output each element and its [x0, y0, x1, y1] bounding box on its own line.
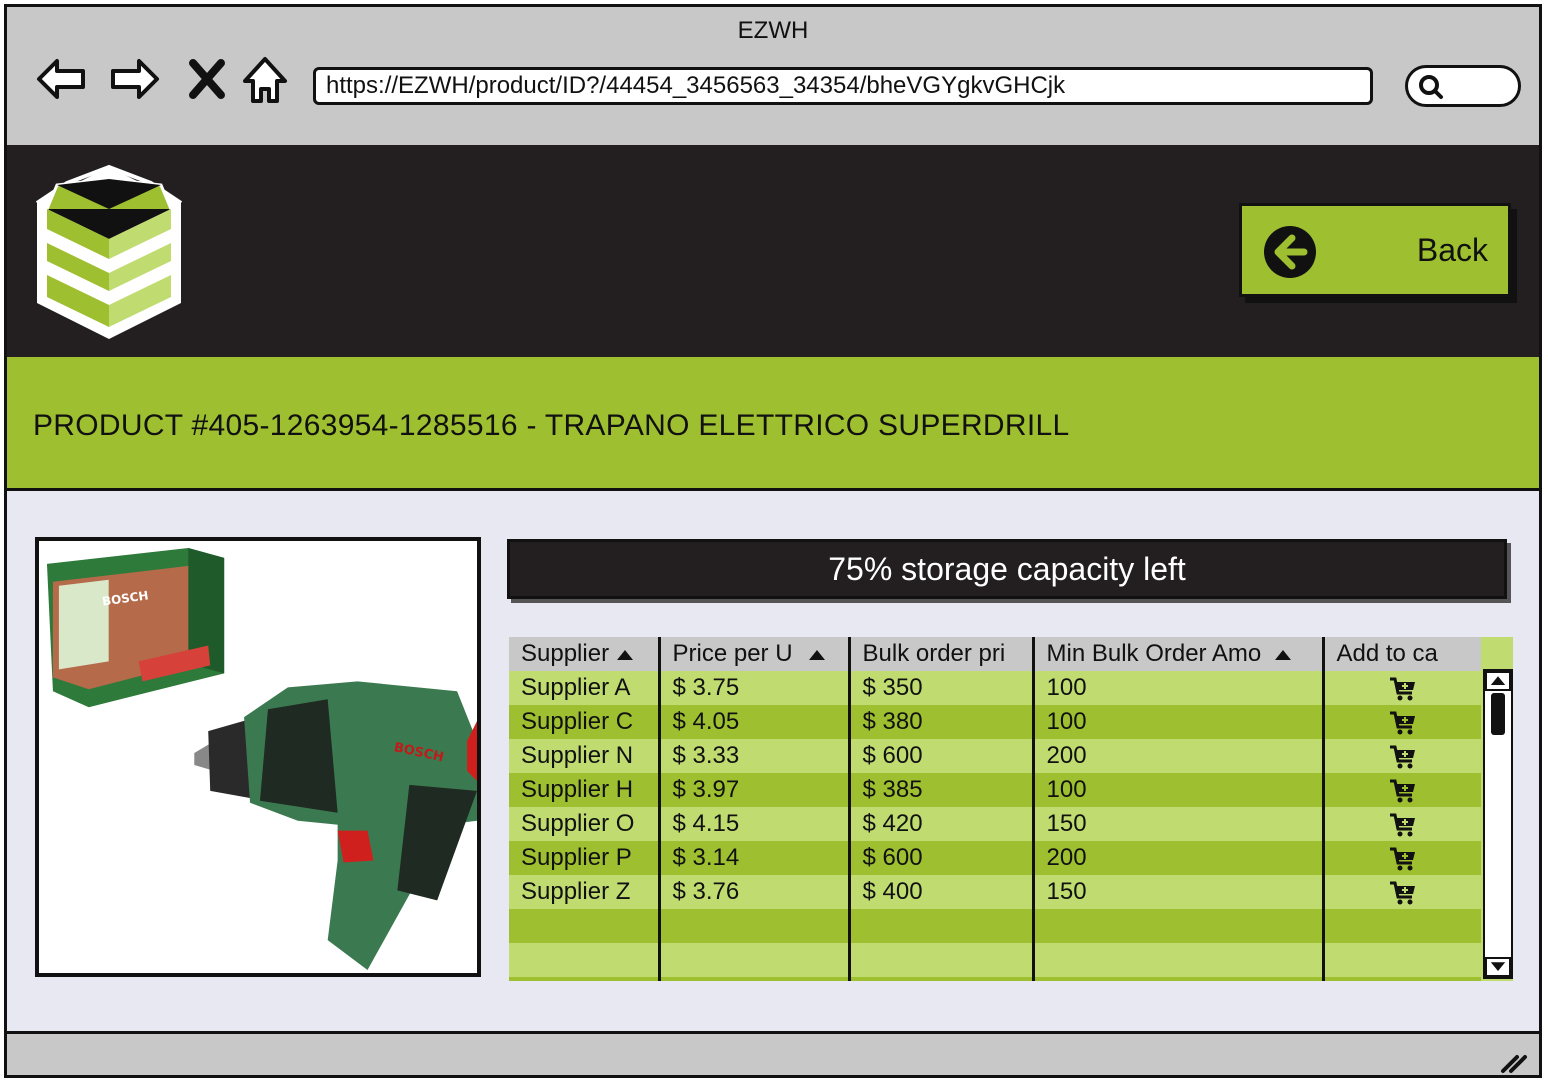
add-to-cart-button[interactable] — [1321, 875, 1481, 909]
sort-asc-icon[interactable] — [808, 649, 825, 660]
table-row: Supplier Z $ 3.76 $ 400 150 — [509, 875, 1481, 909]
sort-asc-icon[interactable] — [617, 649, 634, 660]
product-box-icon: BOSCH — [46, 547, 225, 708]
bulk-price-cell: $ 385 — [847, 773, 1033, 807]
bulk-price-cell: $ 380 — [847, 705, 1033, 739]
min-bulk-cell: 100 — [1031, 705, 1323, 739]
add-to-cart-button[interactable] — [1321, 739, 1481, 773]
product-image: BOSCH BOSCH — [35, 537, 481, 977]
add-to-cart-icon — [1389, 881, 1415, 905]
supplier-cell: Supplier H — [509, 773, 659, 807]
bulk-price-cell: $ 400 — [847, 875, 1033, 909]
arrow-left-circle-icon — [1264, 226, 1316, 278]
browser-window: EZWH https://EZWH/product/ID?/44454_3456… — [4, 4, 1542, 1078]
storage-capacity-banner: 75% storage capacity left — [507, 539, 1507, 599]
bulk-price-cell: $ 600 — [847, 841, 1033, 875]
table-row: Supplier O $ 4.15 $ 420 150 — [509, 807, 1481, 841]
table-row-empty — [509, 909, 1481, 943]
scroll-up-button[interactable] — [1485, 671, 1511, 691]
table-row: Supplier P $ 3.14 $ 600 200 — [509, 841, 1481, 875]
caret-down-icon — [1490, 962, 1506, 971]
price-cell: $ 3.14 — [657, 841, 849, 875]
table-row: Supplier N $ 3.33 $ 600 200 — [509, 739, 1481, 773]
table-scrollbar[interactable] — [1483, 669, 1513, 979]
back-arrow-icon[interactable] — [33, 51, 89, 107]
table-row-empty — [509, 943, 1481, 977]
column-header-bulk-price[interactable]: Bulk order pri — [847, 637, 1033, 671]
bulk-price-cell: $ 350 — [847, 671, 1033, 705]
min-bulk-cell: 150 — [1031, 807, 1323, 841]
supplier-cell: Supplier Z — [509, 875, 659, 909]
suppliers-table: Supplier Price per U Bulk order pri Min … — [509, 637, 1513, 981]
column-header-min-bulk[interactable]: Min Bulk Order Amo — [1031, 637, 1323, 671]
add-to-cart-button[interactable] — [1321, 807, 1481, 841]
back-button-label: Back — [1416, 232, 1488, 268]
min-bulk-cell: 100 — [1031, 671, 1323, 705]
add-to-cart-button[interactable] — [1321, 671, 1481, 705]
table-row: Supplier A $ 3.75 $ 350 100 — [509, 671, 1481, 705]
supplier-cell: Supplier P — [509, 841, 659, 875]
caret-up-icon — [1490, 676, 1506, 685]
add-to-cart-icon — [1389, 745, 1415, 769]
product-title: PRODUCT #405-1263954-1285516 - TRAPANO E… — [33, 409, 1070, 442]
drill-icon: BOSCH — [194, 681, 477, 971]
window-title: EZWH — [737, 17, 809, 44]
add-to-cart-icon — [1389, 813, 1415, 837]
supplier-cell: Supplier N — [509, 739, 659, 773]
add-to-cart-icon — [1389, 677, 1415, 701]
column-header-supplier[interactable]: Supplier — [509, 637, 659, 671]
status-bar — [7, 1031, 1539, 1075]
drill-illustration: BOSCH BOSCH — [46, 547, 477, 971]
table-row: Supplier C $ 4.05 $ 380 100 — [509, 705, 1481, 739]
back-button[interactable]: Back — [1239, 203, 1511, 297]
add-to-cart-icon — [1389, 711, 1415, 735]
min-bulk-cell: 200 — [1031, 739, 1323, 773]
supplier-cell: Supplier O — [509, 807, 659, 841]
main-content: BOSCH BOSCH 75% storage capacity left Su… — [7, 491, 1539, 1031]
table-row: Supplier H $ 3.97 $ 385 100 — [509, 773, 1481, 807]
home-icon[interactable] — [237, 51, 293, 107]
bulk-price-cell: $ 600 — [847, 739, 1033, 773]
price-cell: $ 3.97 — [657, 773, 849, 807]
column-header-add-to-cart: Add to ca — [1321, 637, 1481, 671]
table-row-empty — [509, 977, 1481, 981]
price-cell: $ 4.15 — [657, 807, 849, 841]
forward-arrow-icon[interactable] — [107, 51, 163, 107]
resize-grip-icon[interactable] — [1499, 1049, 1529, 1075]
min-bulk-cell: 200 — [1031, 841, 1323, 875]
price-cell: $ 3.76 — [657, 875, 849, 909]
price-cell: $ 4.05 — [657, 705, 849, 739]
address-bar[interactable]: https://EZWH/product/ID?/44454_3456563_3… — [313, 67, 1373, 105]
supplier-cell: Supplier A — [509, 671, 659, 705]
supplier-cell: Supplier C — [509, 705, 659, 739]
column-header-price[interactable]: Price per U — [657, 637, 849, 671]
add-to-cart-button[interactable] — [1321, 841, 1481, 875]
min-bulk-cell: 100 — [1031, 773, 1323, 807]
add-to-cart-icon — [1389, 779, 1415, 803]
add-to-cart-button[interactable] — [1321, 705, 1481, 739]
browser-search-field[interactable] — [1405, 65, 1521, 107]
sort-asc-icon[interactable] — [1275, 649, 1292, 660]
stop-icon[interactable] — [179, 51, 235, 107]
add-to-cart-icon — [1389, 847, 1415, 871]
min-bulk-cell: 150 — [1031, 875, 1323, 909]
search-icon — [1419, 75, 1443, 99]
price-cell: $ 3.75 — [657, 671, 849, 705]
scroll-down-button[interactable] — [1485, 957, 1511, 977]
price-cell: $ 3.33 — [657, 739, 849, 773]
ezwh-logo-icon — [35, 164, 183, 339]
scroll-thumb[interactable] — [1491, 693, 1505, 735]
product-title-bar: PRODUCT #405-1263954-1285516 - TRAPANO E… — [7, 357, 1539, 491]
add-to-cart-button[interactable] — [1321, 773, 1481, 807]
bulk-price-cell: $ 420 — [847, 807, 1033, 841]
